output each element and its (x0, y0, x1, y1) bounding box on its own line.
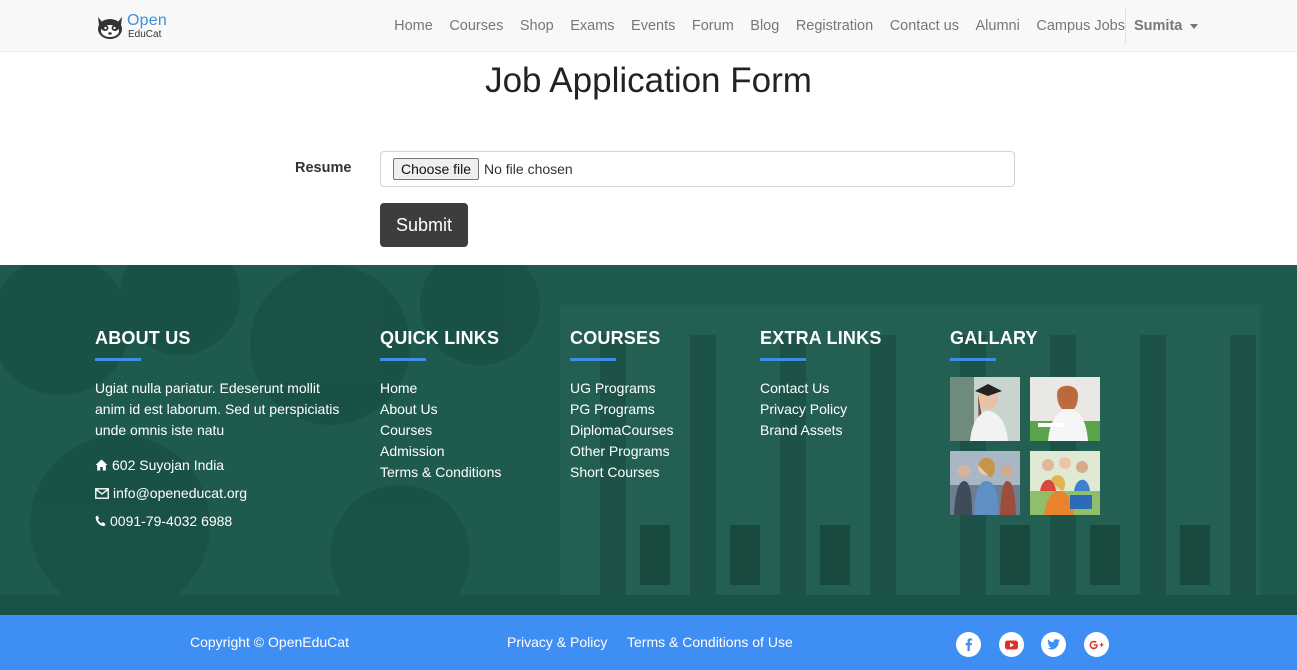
no-file-chosen-text: No file chosen (484, 161, 573, 177)
phone-row: 0091-79-4032 6988 (95, 513, 350, 529)
footer-quick-links-section: QUICK LINKS Home About Us Courses Admiss… (380, 328, 501, 483)
gallery-image-group-students[interactable] (950, 451, 1020, 515)
youtube-icon[interactable] (999, 632, 1024, 657)
courses-heading: COURSES (570, 328, 661, 348)
copyright-text: Copyright © OpenEduCat (190, 634, 349, 650)
home-icon (95, 459, 108, 471)
choose-file-button[interactable]: Choose file (393, 158, 480, 180)
openeducat-logo[interactable]: Open EduCat (95, 12, 175, 42)
extra-link-privacy-policy[interactable]: Privacy Policy (760, 399, 882, 420)
gallery-image-student-writing[interactable] (1030, 377, 1100, 441)
phone-text: 0091-79-4032 6988 (110, 513, 233, 529)
bottom-bar: Copyright © OpenEduCat Privacy & Policy … (0, 615, 1297, 670)
user-name: Sumita (1134, 18, 1183, 34)
about-heading-underline (95, 358, 141, 361)
quick-link-home[interactable]: Home (380, 378, 501, 399)
nav-campus-jobs[interactable]: Campus Jobs (1036, 18, 1125, 34)
nav-divider (1125, 8, 1126, 44)
course-link-other[interactable]: Other Programs (570, 441, 673, 462)
main-nav: Home Courses Shop Exams Events Forum Blo… (378, 0, 1125, 52)
address-text: 602 Suyojan India (112, 457, 225, 473)
nav-home[interactable]: Home (394, 18, 433, 34)
extra-link-contact-us[interactable]: Contact Us (760, 378, 882, 399)
nav-exams[interactable]: Exams (570, 18, 614, 34)
site-footer: ABOUT US Ugiat nulla pariatur. Edeserunt… (0, 265, 1297, 615)
quick-links-heading-underline (380, 358, 426, 361)
caret-down-icon (1190, 23, 1199, 29)
nav-alumni[interactable]: Alumni (976, 18, 1020, 34)
privacy-policy-link[interactable]: Privacy & Policy (507, 634, 607, 650)
footer-about-section: ABOUT US Ugiat nulla pariatur. Edeserunt… (95, 328, 350, 529)
terms-of-use-link[interactable]: Terms & Conditions of Use (627, 634, 793, 650)
nav-shop[interactable]: Shop (520, 18, 554, 34)
page-title: Job Application Form (485, 61, 812, 100)
gallery-image-graduate[interactable] (950, 377, 1020, 441)
quick-links-heading: QUICK LINKS (380, 328, 500, 348)
nav-registration[interactable]: Registration (796, 18, 873, 34)
logo-text-open: Open (127, 12, 167, 29)
about-text: Ugiat nulla pariatur. Edeserunt mollit a… (95, 380, 340, 438)
nav-contact-us[interactable]: Contact us (890, 18, 959, 34)
gallery-heading: GALLARY (950, 328, 1038, 348)
course-link-diploma[interactable]: DiplomaCourses (570, 420, 673, 441)
logo-text-educat: EduCat (128, 29, 162, 40)
footer-courses-section: COURSES UG Programs PG Programs DiplomaC… (570, 328, 673, 483)
footer-gallery-section: GALLARY (950, 328, 1038, 361)
address-row: 602 Suyojan India (95, 457, 350, 473)
twitter-icon[interactable] (1041, 632, 1066, 657)
extra-links-heading: EXTRA LINKS (760, 328, 882, 348)
course-link-ug[interactable]: UG Programs (570, 378, 673, 399)
gallery-heading-underline (950, 358, 996, 361)
gallery-grid (950, 377, 1100, 515)
extra-link-brand-assets[interactable]: Brand Assets (760, 420, 882, 441)
resume-file-input[interactable]: Choose file No file chosen (380, 151, 1015, 187)
quick-link-terms[interactable]: Terms & Conditions (380, 462, 501, 483)
user-menu-dropdown[interactable]: Sumita (1134, 0, 1199, 52)
quick-link-admission[interactable]: Admission (380, 441, 501, 462)
nav-events[interactable]: Events (631, 18, 675, 34)
google-plus-icon[interactable] (1084, 632, 1109, 657)
nav-forum[interactable]: Forum (692, 18, 734, 34)
quick-link-about-us[interactable]: About Us (380, 399, 501, 420)
email-row: info@openeducat.org (95, 485, 350, 501)
about-heading: ABOUT US (95, 328, 191, 348)
extra-links-heading-underline (760, 358, 806, 361)
nav-blog[interactable]: Blog (750, 18, 779, 34)
nav-courses[interactable]: Courses (449, 18, 503, 34)
raccoon-logo-icon (98, 17, 122, 39)
envelope-icon (95, 487, 109, 499)
course-link-short[interactable]: Short Courses (570, 462, 673, 483)
phone-icon (95, 515, 106, 527)
gallery-image-students-outdoor[interactable] (1030, 451, 1100, 515)
facebook-icon[interactable] (956, 632, 981, 657)
submit-button[interactable]: Submit (380, 203, 468, 247)
quick-link-courses[interactable]: Courses (380, 420, 501, 441)
top-navbar: Open EduCat Home Courses Shop Exams Even… (0, 0, 1297, 52)
course-link-pg[interactable]: PG Programs (570, 399, 673, 420)
footer-extra-links-section: EXTRA LINKS Contact Us Privacy Policy Br… (760, 328, 882, 441)
resume-label: Resume (295, 160, 352, 176)
courses-heading-underline (570, 358, 616, 361)
email-text[interactable]: info@openeducat.org (113, 485, 247, 501)
